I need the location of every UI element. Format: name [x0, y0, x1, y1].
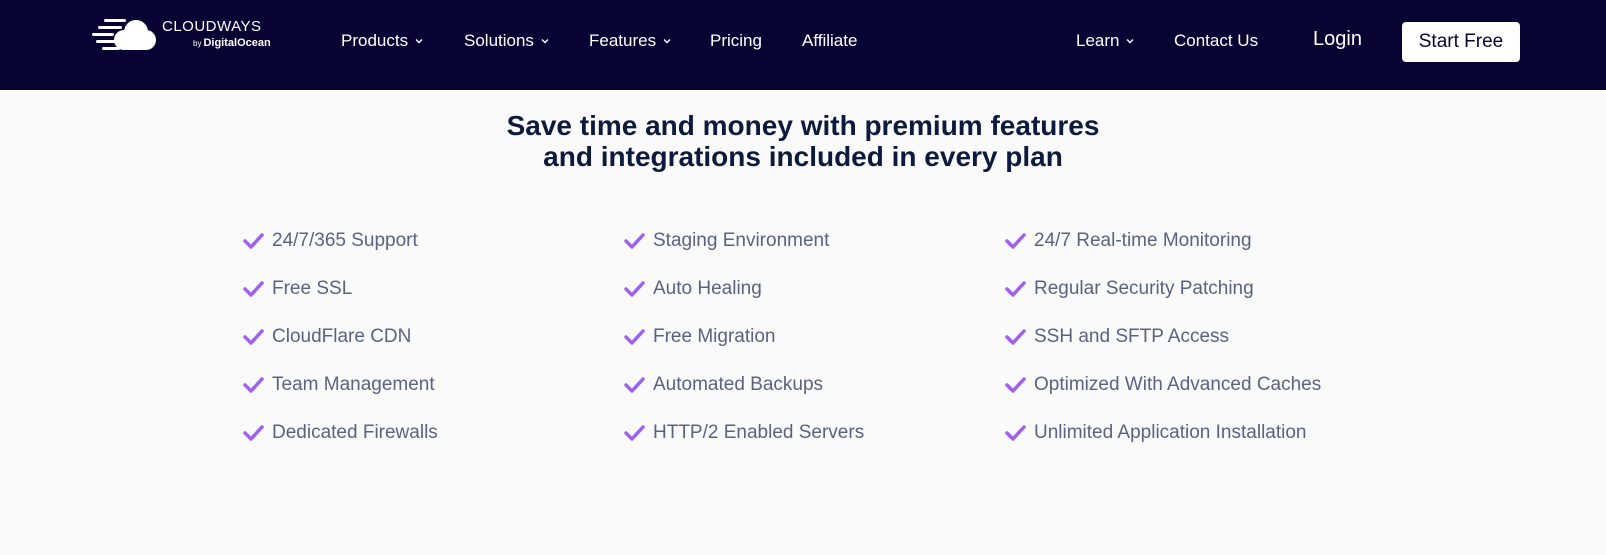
nav-features[interactable]: Features: [589, 29, 672, 53]
nav-features-label: Features: [589, 31, 657, 50]
check-icon: [624, 233, 645, 249]
brand-byline: by DigitalOcean: [193, 37, 271, 49]
chevron-down-icon: [541, 39, 549, 44]
check-icon: [243, 425, 264, 441]
check-icon: [1005, 233, 1026, 249]
nav-learn-label: Learn: [1076, 31, 1120, 50]
feature-item: Automated Backups: [623, 372, 823, 398]
brand-name: CLOUDWAYS: [162, 18, 262, 35]
brand-by: by: [193, 39, 202, 48]
check-icon: [1005, 281, 1026, 297]
feature-label: Auto Healing: [653, 278, 762, 299]
cloudways-logo[interactable]: CLOUDWAYS by DigitalOcean: [92, 16, 282, 56]
check-icon: [1005, 425, 1026, 441]
cloud-logo-icon: [92, 19, 156, 50]
nav-contact-us[interactable]: Contact Us: [1174, 29, 1258, 53]
feature-label: 24/7 Real-time Monitoring: [1034, 230, 1252, 251]
feature-label: Regular Security Patching: [1034, 278, 1254, 299]
feature-item: Regular Security Patching: [1004, 276, 1254, 302]
feature-item: Free Migration: [623, 324, 776, 350]
feature-item: Optimized With Advanced Caches: [1004, 372, 1321, 398]
nav-pricing[interactable]: Pricing: [710, 29, 762, 53]
feature-item: CloudFlare CDN: [242, 324, 411, 350]
chevron-down-icon: [1126, 39, 1134, 44]
check-icon: [243, 281, 264, 297]
login-link[interactable]: Login: [1313, 28, 1362, 51]
nav-solutions-label: Solutions: [464, 31, 534, 50]
feature-item: Free SSL: [242, 276, 352, 302]
feature-label: Automated Backups: [653, 374, 824, 395]
feature-label: Staging Environment: [653, 230, 830, 251]
chevron-down-icon: [663, 39, 671, 44]
check-icon: [243, 377, 264, 393]
nav-affiliate[interactable]: Affiliate: [802, 29, 857, 53]
start-free-button[interactable]: Start Free: [1402, 22, 1520, 62]
feature-label: SSH and SFTP Access: [1034, 326, 1230, 347]
feature-item: 24/7/365 Support: [242, 228, 418, 254]
check-icon: [624, 377, 645, 393]
nav-contact-us-label: Contact Us: [1174, 31, 1259, 50]
feature-label: Free SSL: [272, 278, 353, 299]
heading-line-2: and integrations included in every plan: [543, 141, 1063, 172]
nav-learn[interactable]: Learn: [1076, 29, 1135, 53]
feature-label: Dedicated Firewalls: [272, 422, 438, 443]
feature-item: Team Management: [242, 372, 435, 398]
feature-item: Unlimited Application Installation: [1004, 420, 1307, 446]
chevron-down-icon: [415, 39, 423, 44]
nav-products[interactable]: Products: [341, 29, 424, 53]
feature-item: SSH and SFTP Access: [1004, 324, 1229, 350]
nav-affiliate-label: Affiliate: [802, 31, 858, 50]
feature-label: CloudFlare CDN: [272, 326, 412, 347]
feature-label: Team Management: [272, 374, 435, 395]
check-icon: [624, 329, 645, 345]
feature-item: HTTP/2 Enabled Servers: [623, 420, 864, 446]
feature-label: 24/7/365 Support: [272, 230, 418, 251]
feature-label: HTTP/2 Enabled Servers: [653, 422, 865, 443]
nav-products-label: Products: [341, 31, 409, 50]
feature-item: 24/7 Real-time Monitoring: [1004, 228, 1252, 254]
check-icon: [624, 281, 645, 297]
check-icon: [1005, 377, 1026, 393]
check-icon: [1005, 329, 1026, 345]
check-icon: [243, 329, 264, 345]
feature-item: Staging Environment: [623, 228, 829, 254]
feature-item: Auto Healing: [623, 276, 762, 302]
check-icon: [243, 233, 264, 249]
check-icon: [624, 425, 645, 441]
feature-label: Free Migration: [653, 326, 776, 347]
nav-pricing-label: Pricing: [710, 31, 762, 50]
top-navbar: CLOUDWAYS by DigitalOcean Products Soluti…: [0, 0, 1606, 90]
feature-item: Dedicated Firewalls: [242, 420, 438, 446]
nav-solutions[interactable]: Solutions: [464, 29, 550, 53]
heading-line-1: Save time and money with premium feature…: [506, 110, 1100, 141]
section-heading: Save time and money with premium feature…: [0, 110, 1606, 172]
feature-label: Optimized With Advanced Caches: [1034, 374, 1322, 395]
feature-label: Unlimited Application Installation: [1034, 422, 1307, 443]
brand-company: DigitalOcean: [203, 37, 271, 49]
